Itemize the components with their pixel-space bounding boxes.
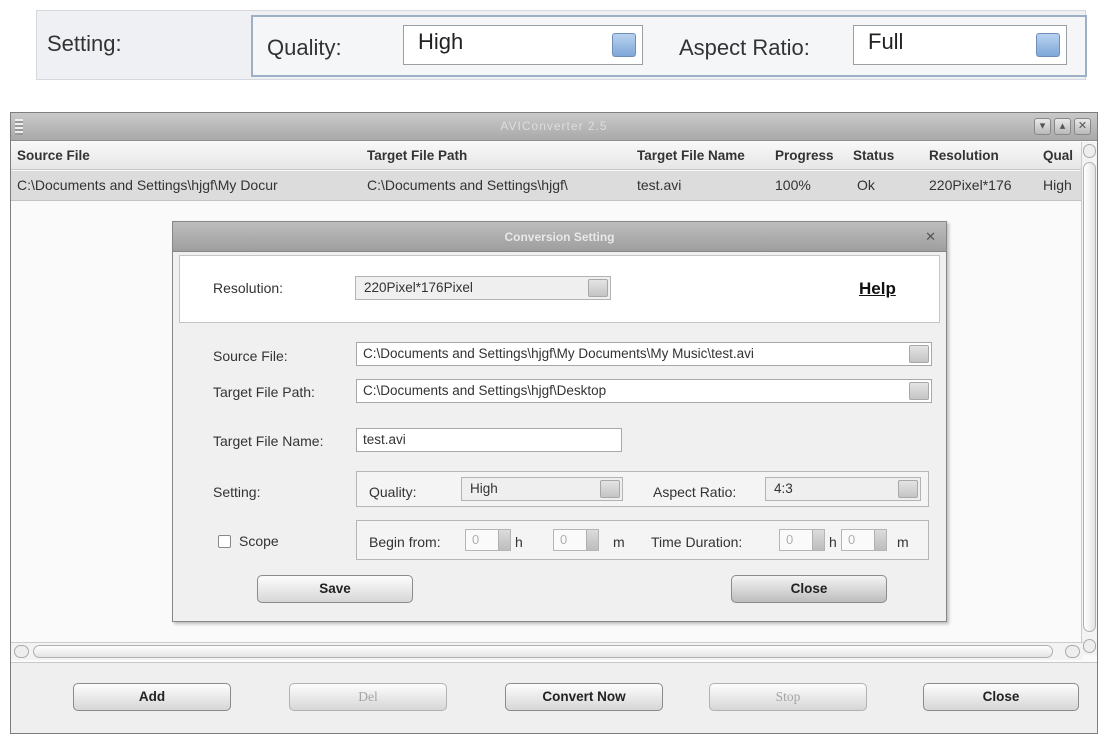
hour-unit: h (515, 534, 523, 550)
spinner-arrows-icon[interactable] (812, 530, 824, 550)
dropdown-arrow-icon[interactable] (600, 480, 620, 498)
dialog-close-button[interactable]: Close (731, 575, 887, 603)
cell-resolution: 220Pixel*176 (929, 177, 1012, 193)
column-header[interactable]: Resolution (929, 148, 999, 163)
source-file-field[interactable]: C:\Documents and Settings\hjgf\My Docume… (356, 342, 932, 366)
horizontal-scrollbar[interactable] (11, 642, 1083, 660)
cell-source-file: C:\Documents and Settings\hjgf\My Docur (17, 177, 278, 193)
window-titlebar[interactable]: AVIConverter 2.5 ▾ ▴ ✕ (11, 113, 1097, 141)
target-path-field[interactable]: C:\Documents and Settings\hjgf\Desktop (356, 379, 932, 403)
browse-icon[interactable] (909, 345, 929, 363)
column-header[interactable]: Status (853, 148, 894, 163)
begin-minute-value: 0 (560, 532, 568, 547)
minute-unit: m (613, 534, 625, 550)
button-bar: Add Del Convert Now Stop Close (11, 662, 1097, 733)
cell-target-name: test.avi (637, 177, 682, 193)
aspect-ratio-select[interactable]: 4:3 (765, 477, 921, 501)
quality-label: Quality: (267, 35, 342, 60)
dropdown-arrow-icon[interactable] (898, 480, 918, 498)
aspect-ratio-value: Full (868, 29, 904, 54)
setting-strip: Setting: Quality: High Aspect Ratio: Ful… (36, 10, 1087, 80)
scope-group: Begin from: 0 h 0 m Time Duration: 0 h 0… (356, 520, 929, 560)
aspect-ratio-value: 4:3 (774, 481, 793, 496)
setting-label: Setting: (213, 484, 261, 500)
spinner-arrows-icon[interactable] (498, 530, 510, 550)
resolution-panel: Resolution: 220Pixel*176Pixel Help (179, 255, 940, 323)
aspect-ratio-select[interactable]: Full (853, 25, 1067, 65)
minimize-icon[interactable]: ▾ (1034, 118, 1051, 135)
dropdown-arrow-icon[interactable] (1036, 33, 1060, 57)
setting-group: Quality: High Aspect Ratio: 4:3 (356, 471, 929, 507)
scroll-thumb[interactable] (1083, 162, 1096, 632)
window-title: AVIConverter 2.5 (500, 119, 608, 133)
target-path-label: Target File Path: (213, 384, 315, 400)
dropdown-arrow-icon[interactable] (612, 33, 636, 57)
scope-label: Scope (239, 533, 279, 549)
target-name-input[interactable]: test.avi (356, 428, 622, 452)
scroll-right-icon[interactable] (1065, 645, 1080, 658)
source-file-label: Source File: (213, 348, 288, 364)
cell-progress: 100% (775, 177, 811, 193)
begin-minute-spinner[interactable]: 0 (553, 529, 599, 551)
scroll-down-icon[interactable] (1083, 639, 1096, 653)
resolution-select[interactable]: 220Pixel*176Pixel (355, 276, 611, 300)
cell-target-path: C:\Documents and Settings\hjgf\ (367, 177, 568, 193)
quality-select[interactable]: High (403, 25, 643, 65)
resolution-label: Resolution: (213, 280, 284, 296)
scroll-left-icon[interactable] (14, 645, 29, 658)
close-icon[interactable]: ✕ (925, 229, 936, 245)
spinner-arrows-icon[interactable] (874, 530, 886, 550)
target-name-label: Target File Name: (213, 433, 324, 449)
column-header[interactable]: Source File (17, 148, 90, 163)
spinner-arrows-icon[interactable] (586, 530, 598, 550)
quality-value: High (418, 29, 464, 54)
column-header[interactable]: Progress (775, 148, 834, 163)
quality-value: High (470, 481, 498, 496)
column-header[interactable]: Target File Path (367, 148, 467, 163)
duration-minute-value: 0 (848, 532, 856, 547)
table-header: Source File Target File Path Target File… (11, 142, 1083, 170)
close-icon[interactable]: ✕ (1074, 118, 1091, 135)
dropdown-arrow-icon[interactable] (588, 279, 608, 297)
quality-select[interactable]: High (461, 477, 623, 501)
scroll-thumb[interactable] (33, 645, 1053, 658)
browse-icon[interactable] (909, 382, 929, 400)
minute-unit: m (897, 534, 909, 550)
target-path-value: C:\Documents and Settings\hjgf\Desktop (363, 383, 607, 398)
convert-now-button[interactable]: Convert Now (505, 683, 663, 711)
aspect-ratio-label: Aspect Ratio: (653, 484, 737, 500)
duration-hour-spinner[interactable]: 0 (779, 529, 825, 551)
time-duration-label: Time Duration: (651, 534, 743, 550)
scope-checkbox[interactable] (218, 535, 231, 548)
stop-button[interactable]: Stop (709, 683, 867, 711)
source-file-value: C:\Documents and Settings\hjgf\My Docume… (363, 346, 754, 361)
save-button[interactable]: Save (257, 575, 413, 603)
dialog-titlebar[interactable]: Conversion Setting ✕ (173, 222, 946, 252)
delete-button[interactable]: Del (289, 683, 447, 711)
begin-hour-value: 0 (472, 532, 480, 547)
help-link[interactable]: Help (859, 279, 896, 299)
maximize-icon[interactable]: ▴ (1054, 118, 1071, 135)
close-button[interactable]: Close (923, 683, 1079, 711)
column-header[interactable]: Target File Name (637, 148, 745, 163)
vertical-scrollbar[interactable] (1081, 142, 1097, 655)
dialog-title: Conversion Setting (504, 230, 615, 244)
column-header[interactable]: Qual (1043, 148, 1081, 163)
setting-label: Setting: (47, 31, 122, 56)
resolution-value: 220Pixel*176Pixel (364, 280, 473, 295)
quality-label: Quality: (369, 484, 417, 500)
conversion-setting-dialog: Conversion Setting ✕ Resolution: 220Pixe… (172, 221, 947, 622)
add-button[interactable]: Add (73, 683, 231, 711)
hour-unit: h (829, 534, 837, 550)
cell-quality: High (1043, 177, 1072, 193)
duration-hour-value: 0 (786, 532, 794, 547)
setting-group: Quality: High Aspect Ratio: Full (251, 15, 1087, 77)
scroll-up-icon[interactable] (1083, 144, 1096, 158)
begin-hour-spinner[interactable]: 0 (465, 529, 511, 551)
cell-status: Ok (857, 177, 875, 193)
begin-from-label: Begin from: (369, 534, 441, 550)
aspect-ratio-label: Aspect Ratio: (679, 35, 810, 60)
table-row[interactable]: C:\Documents and Settings\hjgf\My Docur … (11, 171, 1083, 201)
duration-minute-spinner[interactable]: 0 (841, 529, 887, 551)
